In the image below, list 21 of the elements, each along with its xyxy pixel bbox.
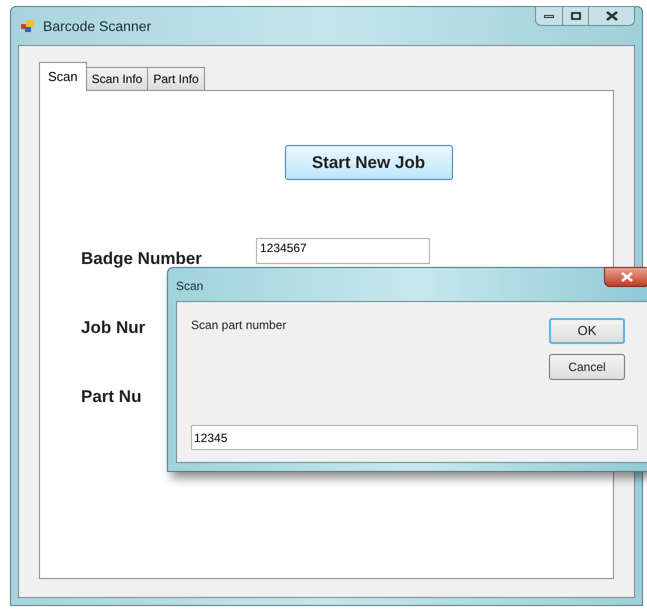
badge-number-field[interactable]: 1234567 (256, 238, 430, 264)
app-icon (21, 19, 35, 33)
scan-input-field[interactable]: 12345 (191, 425, 638, 450)
dialog-title: Scan (176, 278, 204, 294)
close-button[interactable] (604, 267, 647, 287)
window-title: Barcode Scanner (43, 16, 152, 36)
tab[interactable]: Scan Info (86, 67, 148, 90)
close-button[interactable] (589, 6, 635, 26)
dialog-prompt: Scan part number (191, 317, 288, 334)
minimize-button[interactable] (535, 6, 563, 26)
start-new-job-button[interactable]: Start New Job (284, 145, 452, 180)
tab[interactable]: Scan (39, 62, 87, 91)
tab[interactable]: Part Info (148, 67, 205, 90)
field-label: Part Nu (81, 386, 142, 406)
cancel-button[interactable]: Cancel (549, 354, 625, 380)
close-icon (606, 11, 618, 21)
field-label: Badge Number (81, 248, 203, 270)
ok-button[interactable]: OK (549, 318, 625, 344)
field-label: Job Nur (81, 318, 146, 336)
close-icon (621, 272, 633, 282)
maximize-button[interactable] (563, 6, 589, 26)
